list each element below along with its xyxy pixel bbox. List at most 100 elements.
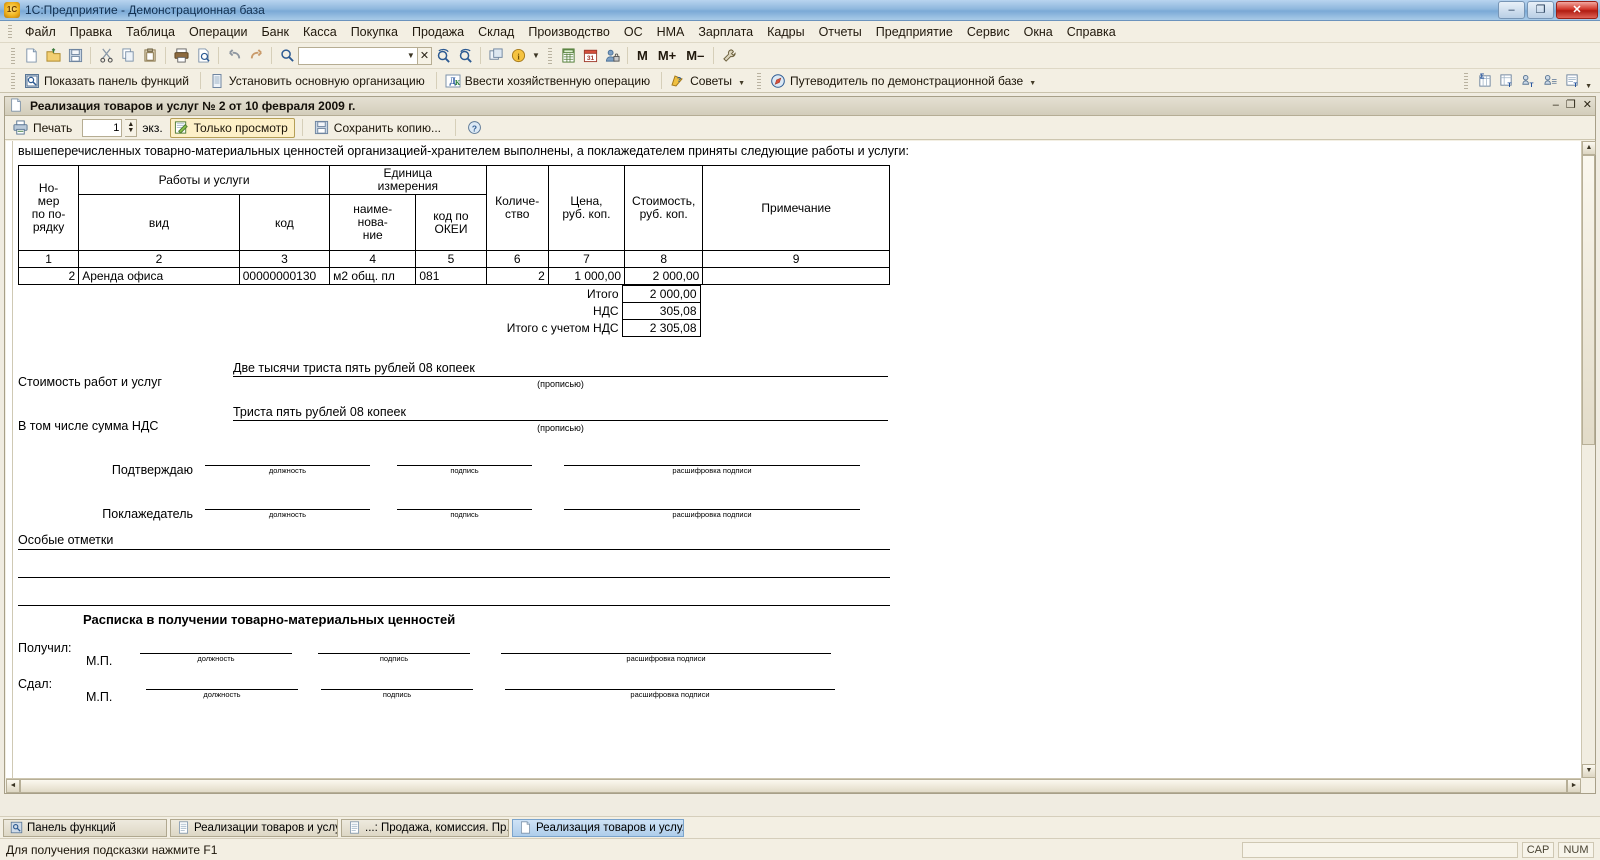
horizontal-scroll-thumb[interactable] xyxy=(20,779,1567,793)
print-preview-area[interactable]: вышеперечисленных товарно-материальных ц… xyxy=(6,141,1581,778)
help-icon[interactable]: ? xyxy=(463,117,485,139)
receipt-line-position[interactable] xyxy=(146,679,298,690)
clear-search-button[interactable]: ✕ xyxy=(418,46,432,65)
menu-item-operations[interactable]: Операции xyxy=(182,23,254,41)
menu-item-table[interactable]: Таблица xyxy=(119,23,182,41)
search-input[interactable] xyxy=(299,47,405,64)
cut-icon[interactable] xyxy=(95,45,117,67)
search-input-wrapper[interactable]: ▼ xyxy=(298,46,418,65)
document-minimize-button[interactable]: – xyxy=(1553,99,1559,111)
toolbar-grip[interactable] xyxy=(757,72,761,89)
menu-item-warehouse[interactable]: Склад xyxy=(471,23,521,41)
group-list-icon[interactable] xyxy=(1539,70,1561,92)
sum-report-icon[interactable]: Σ xyxy=(1473,70,1495,92)
scroll-right-button[interactable]: ► xyxy=(1567,779,1581,793)
open-folder-icon[interactable] xyxy=(42,45,64,67)
receipt-line-position[interactable] xyxy=(140,643,292,654)
set-main-organization-button[interactable]: Установить основную организацию xyxy=(205,71,432,91)
user-lock-icon[interactable] xyxy=(601,45,623,67)
restore-button[interactable]: ❐ xyxy=(1527,1,1554,19)
toolbar-grip[interactable] xyxy=(11,47,15,64)
special-marks-line-1[interactable] xyxy=(18,550,890,578)
menu-item-enterprise[interactable]: Предприятие xyxy=(869,23,960,41)
find-prev-icon[interactable] xyxy=(454,45,476,67)
menu-item-salary[interactable]: Зарплата xyxy=(691,23,760,41)
chevron-down-icon[interactable]: ▼ xyxy=(529,48,543,64)
signature-line-transcript[interactable] xyxy=(564,499,860,510)
special-marks-line-2[interactable] xyxy=(18,578,890,606)
undo-icon[interactable] xyxy=(223,45,245,67)
document-close-button[interactable]: ✕ xyxy=(1583,98,1592,111)
menu-item-help[interactable]: Справка xyxy=(1060,23,1123,41)
memory-subtract-button[interactable]: M– xyxy=(681,48,709,63)
menu-item-edit[interactable]: Правка xyxy=(63,23,119,41)
print-button[interactable]: Печать xyxy=(9,118,79,138)
menu-item-bank[interactable]: Банк xyxy=(254,23,296,41)
menu-item-production[interactable]: Производство xyxy=(521,23,617,41)
menu-item-service[interactable]: Сервис xyxy=(960,23,1017,41)
toolbar-grip[interactable] xyxy=(548,47,552,64)
menu-item-os[interactable]: ОС xyxy=(617,23,650,41)
demo-guide-button[interactable]: Путеводитель по демонстрационной базе ▼ xyxy=(766,71,1043,91)
save-copy-button[interactable]: Сохранить копию... xyxy=(310,118,448,138)
find-next-icon[interactable] xyxy=(432,45,454,67)
menu-item-purchase[interactable]: Покупка xyxy=(344,23,405,41)
menu-item-cash[interactable]: Касса xyxy=(296,23,344,41)
toolbar-grip[interactable] xyxy=(11,72,15,89)
chevron-down-icon[interactable]: ▼ xyxy=(1029,80,1036,89)
table-text-icon[interactable]: T xyxy=(1495,70,1517,92)
paste-icon[interactable] xyxy=(139,45,161,67)
menu-item-windows[interactable]: Окна xyxy=(1017,23,1060,41)
menu-item-hr[interactable]: Кадры xyxy=(760,23,811,41)
minimize-button[interactable]: – xyxy=(1498,1,1525,19)
copies-input[interactable]: 1 xyxy=(82,118,123,137)
report-text-icon[interactable]: T xyxy=(1561,70,1583,92)
scroll-down-button[interactable]: ▼ xyxy=(1582,764,1596,778)
scroll-up-button[interactable]: ▲ xyxy=(1582,141,1596,155)
taskbar-item-sales-list[interactable]: Реализации товаров и услуг xyxy=(170,818,338,837)
close-button[interactable]: ✕ xyxy=(1556,1,1598,19)
show-function-panel-button[interactable]: Показать панель функций xyxy=(20,71,196,91)
calendar-icon[interactable]: 31 xyxy=(579,45,601,67)
document-restore-button[interactable]: ❐ xyxy=(1566,98,1576,111)
about-info-icon[interactable]: i xyxy=(507,45,529,67)
menu-item-nma[interactable]: НМА xyxy=(650,23,692,41)
group-text-icon[interactable]: T xyxy=(1517,70,1539,92)
signature-line-sign[interactable] xyxy=(397,455,532,466)
calculator-icon[interactable] xyxy=(557,45,579,67)
taskbar-item-sale-commission[interactable]: ...: Продажа, комиссия. Пр... xyxy=(341,818,509,837)
chevron-down-icon[interactable]: ▼ xyxy=(405,48,417,64)
horizontal-scrollbar[interactable]: ◄ ► xyxy=(6,778,1581,793)
tips-button[interactable]: ? Советы ▼ xyxy=(666,71,752,91)
table-row[interactable]: 2 Аренда офиса 00000000130 м2 общ. пл 08… xyxy=(17,267,890,285)
wrench-icon[interactable] xyxy=(718,45,740,67)
print-icon[interactable] xyxy=(170,45,192,67)
taskbar-item-sales-document[interactable]: Реализация товаров и услу... xyxy=(512,818,684,837)
vertical-scroll-thumb[interactable] xyxy=(1582,155,1595,445)
taskbar-item-function-panel[interactable]: Панель функций xyxy=(3,818,167,837)
view-only-toggle[interactable]: Только просмотр xyxy=(169,117,295,138)
redo-icon[interactable] xyxy=(245,45,267,67)
receipt-line-sign[interactable] xyxy=(318,643,470,654)
signature-line-position[interactable] xyxy=(205,455,370,466)
signature-line-position[interactable] xyxy=(205,499,370,510)
print-preview-icon[interactable] xyxy=(192,45,214,67)
receipt-line-transcript[interactable] xyxy=(505,679,835,690)
menu-item-reports[interactable]: Отчеты xyxy=(812,23,869,41)
new-document-icon[interactable] xyxy=(20,45,42,67)
menu-item-file[interactable]: Файл xyxy=(18,23,63,41)
signature-line-transcript[interactable] xyxy=(564,455,860,466)
menu-item-sale[interactable]: Продажа xyxy=(405,23,471,41)
save-icon[interactable] xyxy=(64,45,86,67)
copies-stepper[interactable]: ▲ ▼ xyxy=(125,118,138,137)
receipt-line-transcript[interactable] xyxy=(501,643,831,654)
enter-business-operation-button[interactable]: ДК Ввести хозяйственную операцию xyxy=(441,71,657,91)
toolbar-grip[interactable] xyxy=(1464,72,1469,89)
copy-icon[interactable] xyxy=(117,45,139,67)
memory-recall-button[interactable]: M xyxy=(632,48,653,63)
signature-line-sign[interactable] xyxy=(397,499,532,510)
windows-list-icon[interactable] xyxy=(485,45,507,67)
menu-grip[interactable] xyxy=(8,24,12,39)
vertical-scrollbar[interactable]: ▲ ▼ xyxy=(1581,141,1596,778)
chevron-down-icon[interactable]: ▼ xyxy=(1585,83,1600,92)
